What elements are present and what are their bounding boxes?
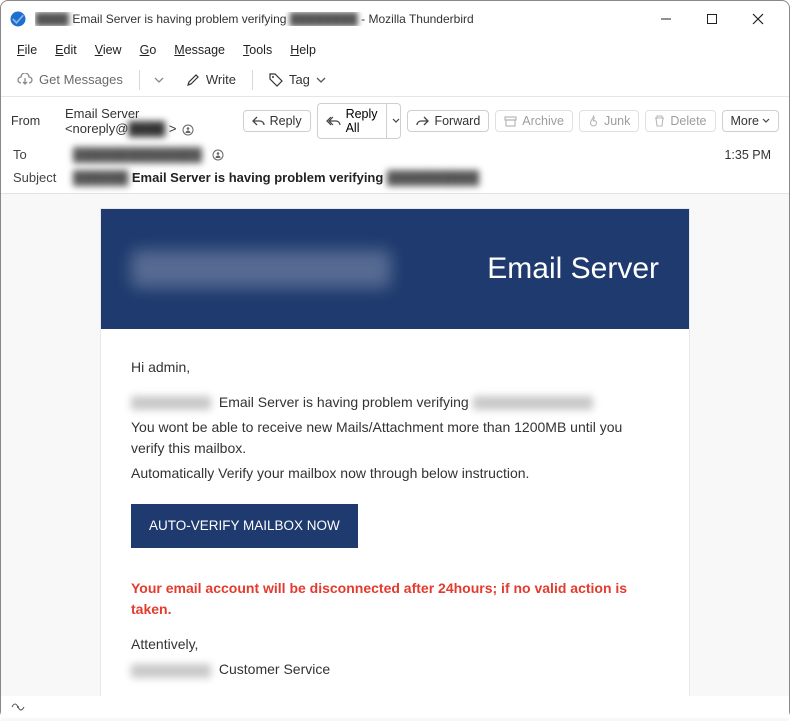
menu-edit[interactable]: Edit [49,41,83,59]
window-title: ████ Email Server is having problem veri… [35,12,643,26]
signature-line-1: Attentively, [131,634,659,655]
sync-status-icon [11,701,25,713]
body-line-2: You wont be able to receive new Mails/At… [131,417,659,459]
thunderbird-icon [9,10,27,28]
reply-button[interactable]: Reply [243,110,311,132]
subject-value: ██████ Email Server is having problem ve… [73,170,479,185]
message-header-actions: From Email Server <noreply@████ > Reply … [1,97,789,143]
delete-label: Delete [670,114,706,128]
junk-label: Junk [604,114,630,128]
body-line-1: Email Server is having problem verifying [131,392,659,413]
more-label: More [731,114,759,128]
archive-label: Archive [522,114,564,128]
reply-all-icon [326,116,341,127]
hero-logo-redacted [131,250,391,288]
signature-line-2: Customer Service [131,659,659,680]
from-value[interactable]: Email Server <noreply@████ > [65,106,231,136]
junk-button[interactable]: Junk [579,110,639,132]
warning-text: Your email account will be disconnected … [131,578,659,620]
forward-icon [416,116,429,127]
forward-label: Forward [434,114,480,128]
menubar: File Edit View Go Message Tools Help [1,37,789,63]
maximize-button[interactable] [689,4,735,34]
reply-all-dropdown[interactable] [386,104,402,138]
tag-button[interactable]: Tag [263,69,332,90]
forward-button[interactable]: Forward [407,110,489,132]
flame-icon [588,115,599,127]
to-row: To ██████████████ 1:35 PM [1,143,789,166]
get-messages-button[interactable]: Get Messages [11,69,129,90]
window-titlebar: ████ Email Server is having problem veri… [1,1,789,37]
email-hero: Email Server [101,209,689,329]
main-toolbar: Get Messages Write Tag [1,63,789,97]
auto-verify-button[interactable]: AUTO-VERIFY MAILBOX NOW [131,504,358,548]
archive-button[interactable]: Archive [495,110,573,132]
download-cloud-icon [17,73,33,87]
email-text-content: Hi admin, Email Server is having problem… [101,329,689,714]
trash-icon [654,115,665,127]
email-content-card: Email Server Hi admin, Email Server is h… [100,208,690,715]
minimize-button[interactable] [643,4,689,34]
get-messages-dropdown[interactable] [148,72,170,88]
subject-label: Subject [13,170,63,185]
menu-view[interactable]: View [89,41,128,59]
reply-all-button[interactable]: Reply All [317,103,402,139]
reply-label: Reply [270,114,302,128]
menu-help[interactable]: Help [284,41,322,59]
more-button[interactable]: More [722,110,779,132]
toolbar-separator [139,70,140,90]
subject-row: Subject ██████ Email Server is having pr… [1,166,789,194]
delete-button[interactable]: Delete [645,110,715,132]
body-line-3: Automatically Verify your mailbox now th… [131,463,659,484]
menu-go[interactable]: Go [134,41,163,59]
write-label: Write [206,72,236,87]
pencil-icon [186,73,200,87]
toolbar-separator [252,70,253,90]
message-time: 1:35 PM [724,148,777,162]
greeting: Hi admin, [131,357,659,378]
to-label: To [13,147,63,162]
menu-tools[interactable]: Tools [237,41,278,59]
get-messages-label: Get Messages [39,72,123,87]
reply-icon [252,116,265,127]
hero-title: Email Server [411,252,659,286]
from-label: From [11,114,59,128]
contact-icon [212,149,224,161]
write-button[interactable]: Write [180,69,242,90]
close-button[interactable] [735,4,781,34]
archive-icon [504,116,517,127]
message-body: Email Server Hi admin, Email Server is h… [1,194,789,721]
tag-label: Tag [289,72,310,87]
menu-file[interactable]: File [11,41,43,59]
statusbar [1,696,789,718]
tag-icon [269,73,283,87]
to-value[interactable]: ██████████████ [73,147,202,162]
menu-message[interactable]: Message [168,41,231,59]
reply-all-label: Reply All [346,107,378,135]
